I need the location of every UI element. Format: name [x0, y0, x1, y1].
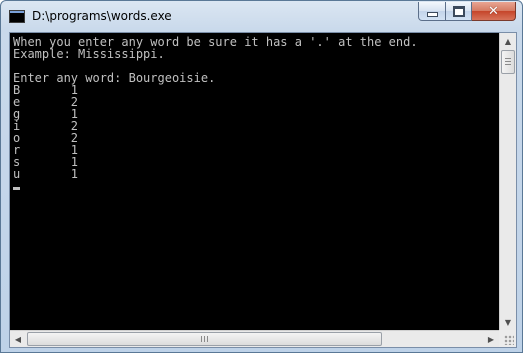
scroll-down-arrow-icon[interactable]: ▼ [500, 314, 516, 330]
maximize-icon [452, 5, 465, 17]
console-client-area: When you enter any word be sure it has a… [9, 32, 517, 348]
thumb-grip-icon [201, 336, 208, 342]
console-line: Enter any word: Bourgeoisie. [13, 71, 216, 85]
caption-buttons: ✕ [418, 2, 516, 22]
thumb-grip-icon [505, 58, 511, 65]
scroll-up-arrow-icon[interactable]: ▲ [500, 33, 516, 49]
console-line: B 1 [13, 83, 79, 97]
horizontal-scroll-thumb[interactable] [27, 332, 382, 346]
vertical-scroll-thumb[interactable] [501, 50, 515, 74]
scroll-left-arrow-icon[interactable]: ◀ [10, 331, 26, 347]
console-line: e 2 [13, 95, 79, 109]
console-line: u 1 [13, 167, 79, 181]
close-icon: ✕ [488, 3, 499, 19]
vertical-scrollbar[interactable]: ▲ ▼ [499, 33, 516, 330]
console-line: r 1 [13, 143, 79, 157]
console-window: D:\programs\words.exe ✕ When you enter a… [0, 0, 523, 353]
console-line: i 2 [13, 119, 79, 133]
resize-corner[interactable] [499, 330, 516, 347]
maximize-button[interactable] [446, 2, 472, 21]
minimize-icon [426, 11, 438, 17]
console-app-icon[interactable] [9, 10, 25, 23]
console-line: o 2 [13, 131, 79, 145]
window-title: D:\programs\words.exe [32, 9, 172, 23]
console-line: g 1 [13, 107, 79, 121]
close-button[interactable]: ✕ [472, 2, 516, 21]
horizontal-scrollbar[interactable]: ◀ ▶ [10, 330, 499, 347]
text-cursor [13, 187, 20, 190]
title-bar[interactable]: D:\programs\words.exe ✕ [1, 1, 522, 31]
minimize-button[interactable] [418, 2, 446, 21]
console-line: s 1 [13, 155, 79, 169]
scroll-right-arrow-icon[interactable]: ▶ [483, 331, 499, 347]
console-line: Example: Mississippi. [13, 47, 165, 61]
console-output[interactable]: When you enter any word be sure it has a… [10, 33, 499, 330]
cursor-line [13, 180, 499, 192]
resize-grip-icon [504, 335, 514, 345]
